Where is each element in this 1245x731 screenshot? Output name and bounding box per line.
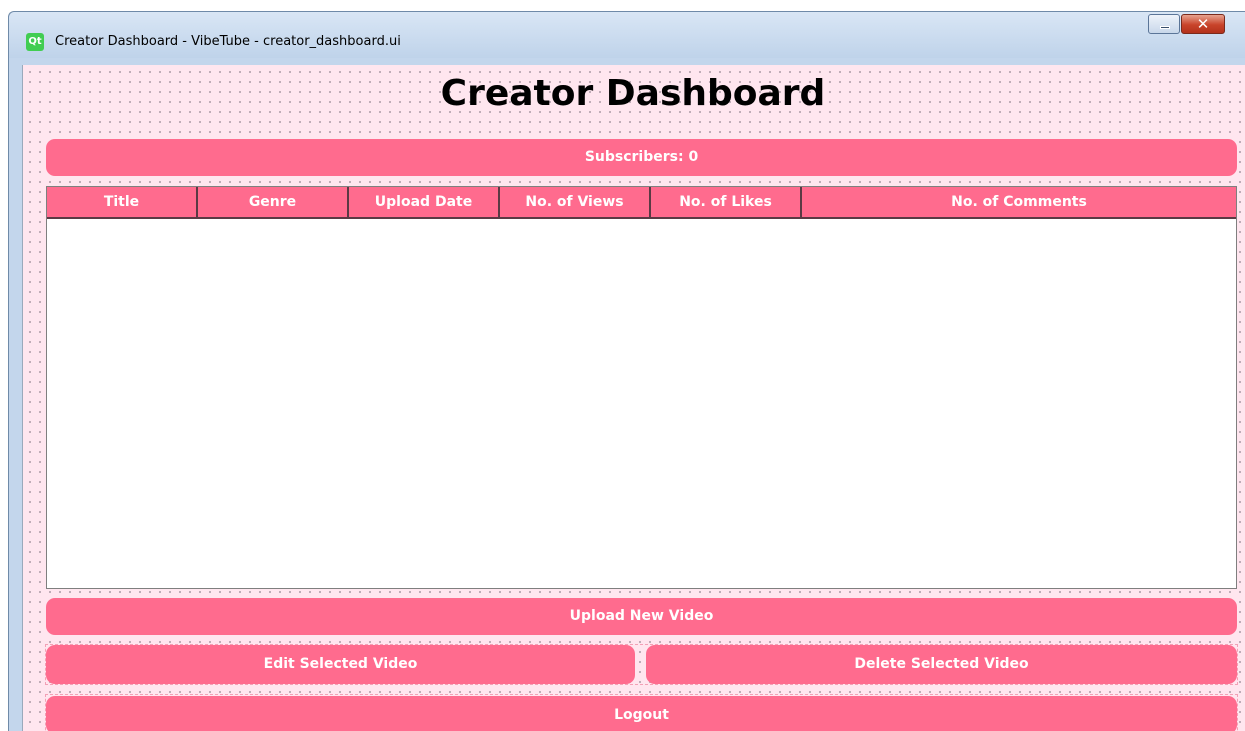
minimize-button[interactable] xyxy=(1148,14,1180,34)
column-header-genre[interactable]: Genre xyxy=(198,187,349,217)
minimize-icon xyxy=(1160,26,1170,29)
column-header-title[interactable]: Title xyxy=(47,187,198,217)
subscribers-label: Subscribers: 0 xyxy=(46,139,1237,176)
column-header-comments[interactable]: No. of Comments xyxy=(802,187,1236,217)
qt-logo-icon: Qt xyxy=(26,33,44,51)
logout-button[interactable]: Logout xyxy=(46,696,1237,731)
table-header: Title Genre Upload Date No. of Views No.… xyxy=(47,187,1236,219)
dashboard-panel: Creator Dashboard Subscribers: 0 Title G… xyxy=(22,65,1245,731)
column-header-upload-date[interactable]: Upload Date xyxy=(349,187,500,217)
edit-video-button[interactable]: Edit Selected Video xyxy=(46,645,635,684)
delete-video-button[interactable]: Delete Selected Video xyxy=(646,645,1237,684)
table-body[interactable] xyxy=(47,219,1236,588)
column-header-likes[interactable]: No. of Likes xyxy=(651,187,802,217)
window-title: Creator Dashboard - VibeTube - creator_d… xyxy=(55,34,401,49)
column-header-views[interactable]: No. of Views xyxy=(500,187,651,217)
app-window: Qt Creator Dashboard - VibeTube - creato… xyxy=(8,11,1245,731)
page-title: Creator Dashboard xyxy=(440,73,826,114)
close-button[interactable]: ✕ xyxy=(1181,14,1225,34)
upload-video-button[interactable]: Upload New Video xyxy=(46,598,1237,635)
title-bar[interactable]: Qt Creator Dashboard - VibeTube - creato… xyxy=(9,12,1245,58)
videos-table[interactable]: Title Genre Upload Date No. of Views No.… xyxy=(46,186,1237,589)
close-icon: ✕ xyxy=(1196,15,1210,33)
